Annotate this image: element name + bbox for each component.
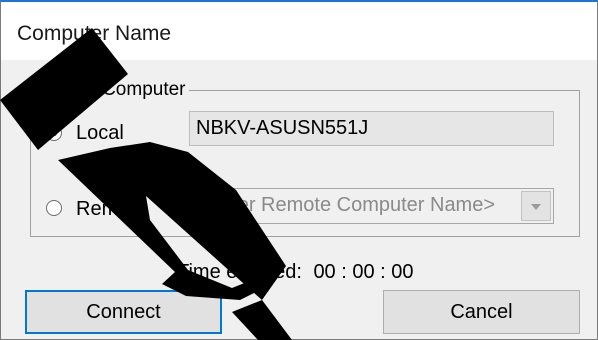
cancel-button[interactable]: Cancel <box>383 290 580 334</box>
remote-dropdown-button[interactable] <box>521 191 551 221</box>
dialog-window: Computer Name Select Computer Local NBKV… <box>0 0 598 340</box>
remote-computer-combo[interactable]: <Enter Remote Computer Name> <box>189 188 554 224</box>
connect-button[interactable]: Connect <box>25 290 222 334</box>
remote-computer-placeholder: <Enter Remote Computer Name> <box>196 194 496 216</box>
local-computer-name-field: NBKV-ASUSN551J <box>189 111 554 146</box>
select-computer-legend: Select Computer <box>41 79 189 101</box>
local-radio-label[interactable]: Local <box>76 122 124 145</box>
time-elapsed-label: Time elapsed: <box>177 261 302 283</box>
remote-radio-label[interactable]: Remote <box>76 198 146 221</box>
remote-radio[interactable] <box>46 200 62 216</box>
time-elapsed-row: Time elapsed: 00 : 00 : 00 <box>177 261 414 284</box>
window-title: Computer Name <box>17 22 172 45</box>
local-radio[interactable] <box>46 125 62 141</box>
time-elapsed-value: 00 : 00 : 00 <box>313 261 414 283</box>
title-bar: Computer Name <box>1 2 597 60</box>
chevron-down-icon <box>531 204 541 210</box>
